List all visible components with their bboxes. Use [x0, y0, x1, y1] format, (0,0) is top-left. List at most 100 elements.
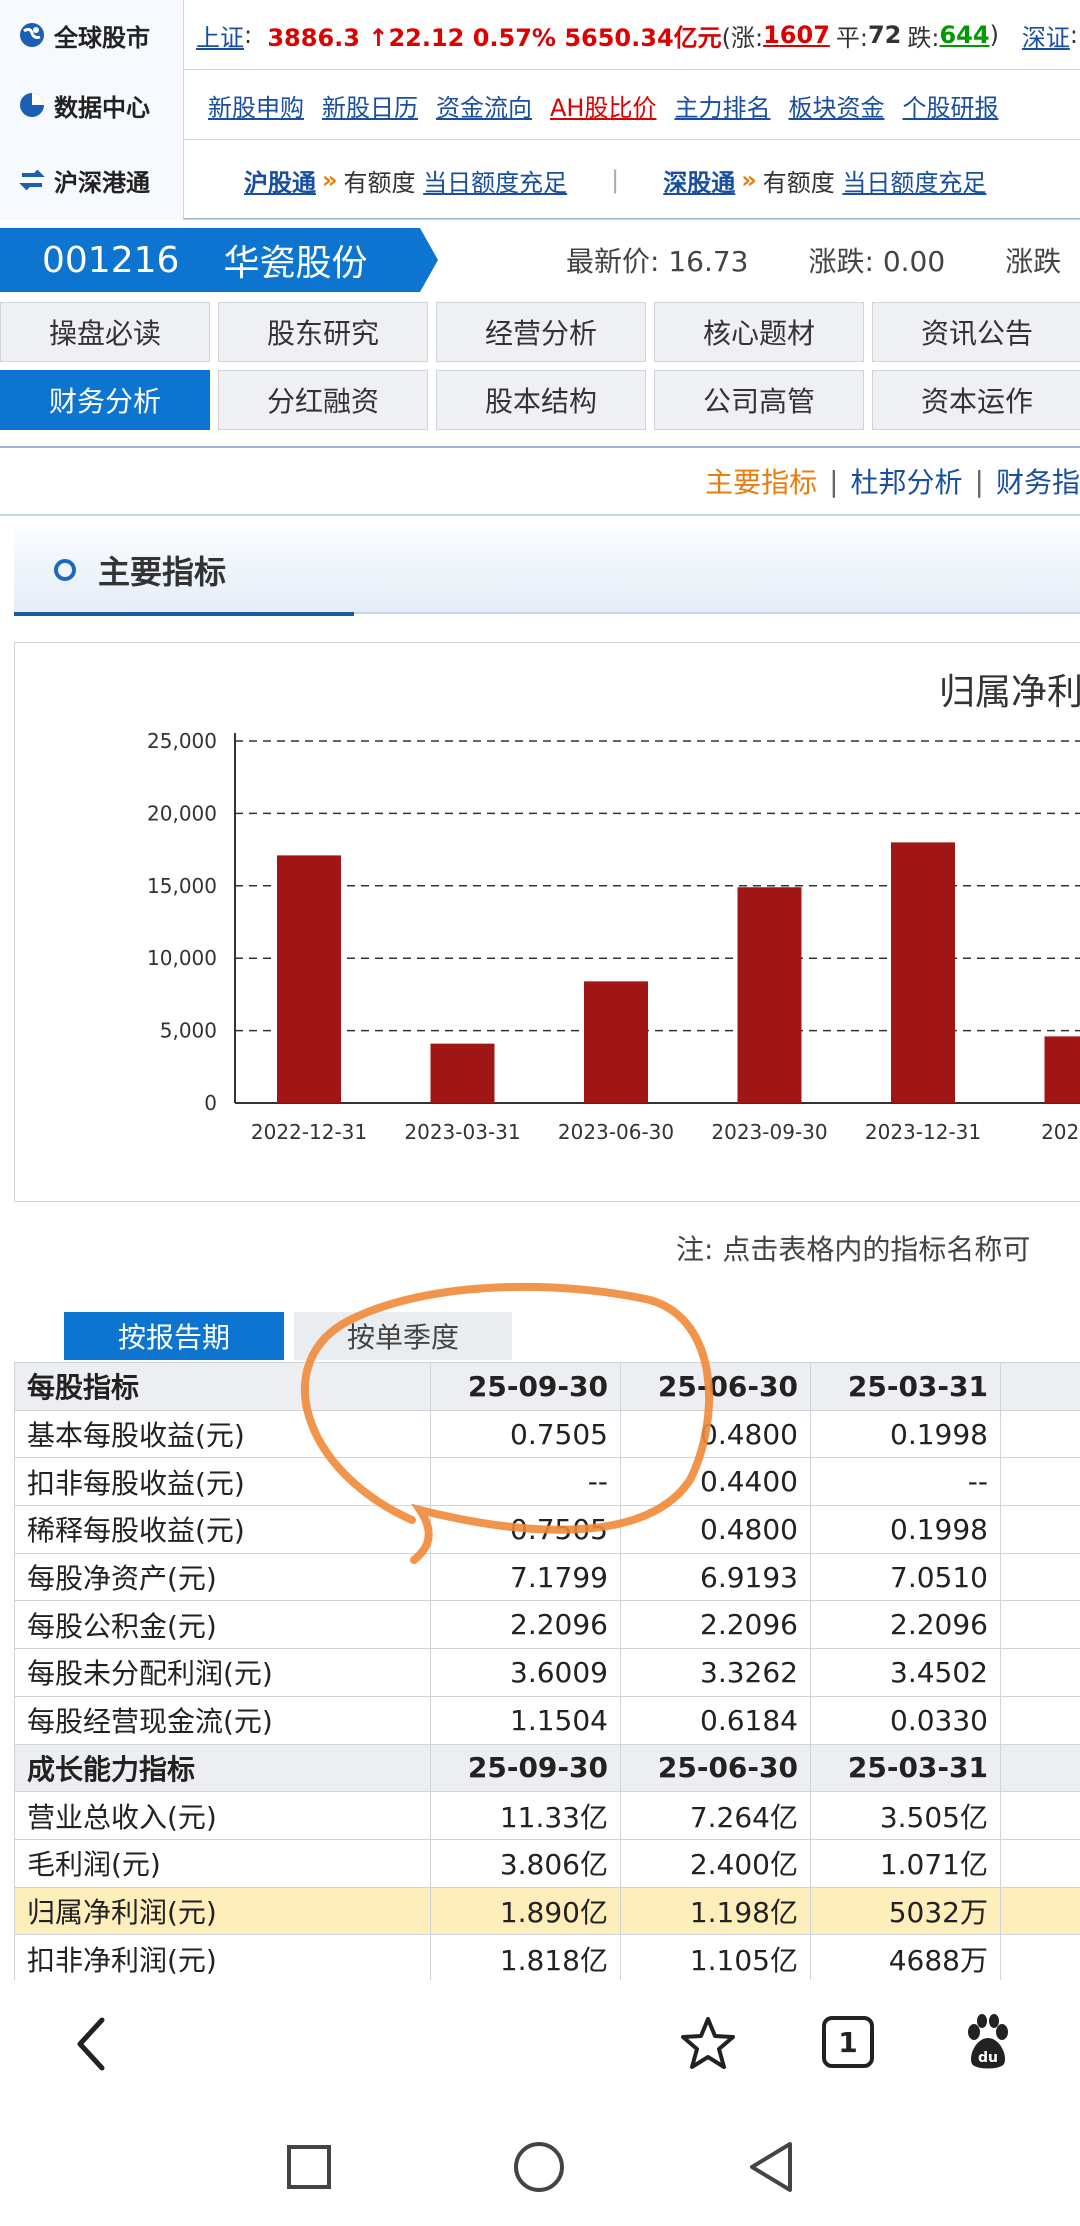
section-divider	[354, 612, 1080, 614]
ring-icon	[54, 559, 76, 581]
table-row: 扣非净利润(元)1.818亿1.105亿4688万1	[14, 1934, 1080, 1980]
up-count[interactable]: 1607	[763, 21, 830, 49]
link-ipo-subscribe[interactable]: 新股申购	[208, 88, 304, 123]
bar	[430, 1043, 495, 1103]
y-tick-label: 10,000	[147, 946, 217, 970]
period-header-cell: 25-03-31	[810, 1743, 1001, 1793]
stock-badge: 001216 华瓷股份	[0, 228, 438, 292]
tab-shareholder[interactable]: 股东研究	[218, 302, 428, 362]
sgt-status-link[interactable]: 当日额度充足	[842, 163, 986, 198]
tab-count: 1	[838, 2025, 858, 2059]
stock-name: 华瓷股份	[223, 243, 368, 284]
indicator-name-cell[interactable]: 扣非每股收益(元)	[14, 1457, 431, 1507]
indicator-name-cell[interactable]: 每股未分配利润(元)	[14, 1648, 431, 1697]
indicator-name-cell[interactable]: 每股净资产(元)	[14, 1552, 431, 1602]
tab-core-themes[interactable]: 核心题材	[654, 302, 864, 362]
indicator-name-cell[interactable]: 每股经营现金流(元)	[14, 1695, 431, 1745]
table-row: 每股经营现金流(元) 1.1504 0.6184 0.0330	[14, 1695, 1080, 1745]
data-center-label[interactable]: 数据中心	[0, 70, 184, 140]
bar	[737, 887, 802, 1103]
baidu-button[interactable]: du	[956, 2010, 1020, 2074]
star-icon	[681, 2017, 735, 2069]
link-fund-flow[interactable]: 资金流向	[436, 88, 532, 123]
tab-capital-structure[interactable]: 股本结构	[436, 370, 646, 430]
subnav-main-indicators[interactable]: 主要指标	[705, 461, 817, 501]
section-underline	[14, 612, 354, 616]
link-ipo-calendar[interactable]: 新股日历	[322, 88, 418, 123]
bar	[584, 981, 648, 1103]
indicator-name-cell[interactable]: 营业总收入(元)	[14, 1791, 431, 1840]
home-button[interactable]	[512, 2140, 566, 2194]
sz-index-link[interactable]: 深证	[1022, 18, 1070, 53]
tab-executives[interactable]: 公司高管	[654, 370, 864, 430]
tab-news[interactable]: 资讯公告	[872, 302, 1080, 362]
value-cell: 1	[1000, 1791, 1080, 1840]
link-main-ranking[interactable]: 主力排名	[674, 88, 770, 123]
indicator-name-cell[interactable]: 扣非净利润(元)	[14, 1934, 431, 1980]
link-sector-funds[interactable]: 板块资金	[788, 88, 884, 123]
value-cell: 7.1799	[430, 1552, 621, 1602]
exchange-arrows-icon	[19, 169, 45, 191]
global-market-label[interactable]: 全球股市	[0, 0, 184, 70]
sh-quote: 3886.3 ↑22.12 0.57% 5650.34亿元	[267, 23, 722, 52]
flat-count: 72	[867, 21, 902, 49]
y-tick-label: 15,000	[147, 874, 217, 898]
bar-chart-svg: 0 5,000 10,000 15,000 20,000 25,000 2022-12-31…	[147, 729, 1080, 1144]
tab-by-quarter[interactable]: 按单季度	[294, 1312, 512, 1360]
system-back-button[interactable]	[744, 2140, 798, 2194]
triangle-back-icon	[750, 2142, 792, 2192]
table-row: 扣非每股收益(元) -- 0.4400 --	[14, 1457, 1080, 1507]
value-cell	[1000, 1648, 1080, 1697]
recents-button[interactable]	[284, 2142, 334, 2192]
tab-by-report-period[interactable]: 按报告期	[64, 1312, 284, 1360]
tab-operations[interactable]: 经营分析	[436, 302, 646, 362]
back-button[interactable]	[64, 2016, 120, 2072]
value-cell: 0.1998	[810, 1409, 1001, 1459]
value-cell: 0.7505	[430, 1409, 621, 1459]
indicator-name-cell[interactable]: 稀释每股收益(元)	[14, 1505, 431, 1554]
hgt-link[interactable]: 沪股通	[244, 163, 316, 198]
indicator-name-cell[interactable]: 毛利润(元)	[14, 1838, 431, 1888]
value-cell	[1000, 1457, 1080, 1507]
financial-table: 每股指标25-09-3025-06-3025-03-3124-基本每股收益(元)…	[14, 1362, 1080, 1980]
hgt-status-link[interactable]: 当日额度充足	[423, 163, 567, 198]
indicator-name-cell[interactable]: 归属净利润(元)	[14, 1886, 431, 1936]
period-header-cell: 25-06-30	[620, 1362, 811, 1411]
section-title-text: 主要指标	[98, 553, 227, 591]
table-row: 毛利润(元)3.806亿2.400亿1.071亿4	[14, 1838, 1080, 1888]
section-header-cell: 成长能力指标	[14, 1743, 431, 1793]
square-icon	[287, 2145, 331, 2189]
tab-dividends[interactable]: 分红融资	[218, 370, 428, 430]
value-cell: 1.1504	[430, 1695, 621, 1745]
sgt-link[interactable]: 深股通	[663, 163, 735, 198]
period-header-cell: 25-09-30	[430, 1743, 621, 1793]
market-info-panel: 全球股市 上证: 3886.3 ↑22.12 0.57% 5650.34亿元 (涨…	[0, 0, 1080, 220]
bookmark-button[interactable]	[676, 2012, 740, 2076]
section-header-cell: 每股指标	[14, 1362, 431, 1411]
tab-trading-guide[interactable]: 操盘必读	[0, 302, 210, 362]
link-stock-research[interactable]: 个股研报	[902, 88, 998, 123]
connect-text: 沪深港通	[54, 168, 150, 197]
double-chevron-icon: »	[322, 166, 338, 194]
value-cell: 1.890亿	[430, 1886, 621, 1936]
indicator-name-cell[interactable]: 每股公积金(元)	[14, 1600, 431, 1650]
value-cell: 1.105亿	[620, 1934, 811, 1980]
globe-icon	[20, 23, 44, 47]
value-cell: 5032万	[810, 1886, 1001, 1936]
connect-label[interactable]: 沪深港通	[0, 140, 184, 220]
value-cell: 2.2096	[620, 1600, 811, 1650]
tab-capital-ops[interactable]: 资本运作	[872, 370, 1080, 430]
down-count[interactable]: 644	[939, 21, 989, 49]
subnav-dupont[interactable]: 杜邦分析	[851, 461, 963, 501]
indicator-name-cell[interactable]: 基本每股收益(元)	[14, 1409, 431, 1459]
value-cell: 7.264亿	[620, 1791, 811, 1840]
tab-financial-analysis[interactable]: 财务分析	[0, 370, 210, 430]
table-header-row: 成长能力指标25-09-3025-06-3025-03-3124-	[14, 1743, 1080, 1793]
bar	[1044, 1036, 1080, 1103]
down-label: 跌:	[907, 23, 940, 52]
sh-index-link[interactable]: 上证	[196, 18, 244, 53]
link-ah-compare[interactable]: AH股比价	[550, 88, 656, 123]
value-cell: 1	[1000, 1934, 1080, 1980]
subnav-financial-report[interactable]: 财务指	[996, 461, 1080, 501]
tabs-button[interactable]: 1	[818, 2012, 878, 2072]
